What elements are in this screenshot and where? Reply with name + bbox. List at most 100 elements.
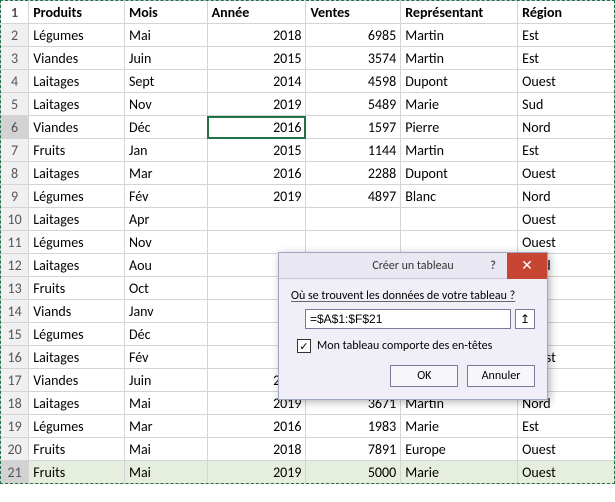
cell[interactable]: Est [518,47,615,70]
row-header[interactable]: 10 [1,208,29,231]
cell[interactable]: Légumes [29,24,125,47]
range-selector-button[interactable]: ↥ [515,309,535,329]
row-header[interactable]: 8 [1,162,29,185]
cell[interactable]: 2015 [207,47,306,70]
cell[interactable] [207,208,306,231]
cell[interactable]: 4598 [306,70,401,93]
cell[interactable]: Laitages [29,254,125,277]
row-header[interactable]: 7 [1,139,29,162]
row-header[interactable]: 21 [1,461,29,484]
row-header[interactable]: 19 [1,415,29,438]
cell[interactable]: 2019 [207,93,306,116]
cell[interactable]: 2015 [207,139,306,162]
cell[interactable]: Laitages [29,392,125,415]
cell[interactable]: Laitages [29,208,125,231]
cell[interactable]: Mar [124,415,207,438]
cell[interactable]: Légumes [29,415,125,438]
cell[interactable]: Nov [124,231,207,254]
cell[interactable]: Viands [29,300,125,323]
cell[interactable]: Fruits [29,461,125,484]
cell[interactable]: 1983 [306,415,401,438]
cell[interactable]: Ouest [518,208,615,231]
cell[interactable]: Fév [124,185,207,208]
cell[interactable]: Janv [124,300,207,323]
cell[interactable]: Déc [124,323,207,346]
cell[interactable] [306,208,401,231]
row-header[interactable]: 20 [1,438,29,461]
cell[interactable]: Est [518,415,615,438]
cell[interactable]: Europe [401,438,518,461]
row-header[interactable]: 4 [1,70,29,93]
cell[interactable]: Mai [124,24,207,47]
cell[interactable]: Dupont [401,70,518,93]
cell[interactable]: 2016 [207,162,306,185]
spreadsheet-grid[interactable]: 1ProduitsMoisAnnéeVentesReprésentantRégi… [0,0,615,484]
headers-checkbox[interactable]: ✓ [297,339,311,353]
cell[interactable]: 2019 [207,461,306,484]
cell[interactable]: 4897 [306,185,401,208]
row-header[interactable]: 16 [1,346,29,369]
cell[interactable]: Nov [124,93,207,116]
cell[interactable]: Ouest [518,162,615,185]
column-header-rep[interactable]: Représentant [401,1,518,24]
column-header-mois[interactable]: Mois [124,1,207,24]
cell[interactable]: Martin [401,139,518,162]
row-header[interactable]: 14 [1,300,29,323]
cell[interactable]: Est [518,139,615,162]
cell[interactable]: Est [518,24,615,47]
ok-button[interactable]: OK [390,365,458,387]
cell[interactable]: 3574 [306,47,401,70]
cell[interactable]: Jan [124,139,207,162]
cell[interactable]: Mai [124,461,207,484]
row-header[interactable]: 11 [1,231,29,254]
cancel-button[interactable]: Annuler [467,365,535,387]
cell[interactable]: Fruits [29,438,125,461]
cell[interactable]: Marie [401,415,518,438]
cell[interactable] [306,231,401,254]
cell[interactable]: Légumes [29,185,125,208]
cell[interactable]: Juin [124,369,207,392]
cell[interactable]: 5489 [306,93,401,116]
row-header[interactable]: 5 [1,93,29,116]
column-header-produits[interactable]: Produits [29,1,125,24]
cell[interactable]: Dupont [401,162,518,185]
close-button[interactable]: ✕ [507,253,547,279]
cell[interactable]: Apr [124,208,207,231]
cell[interactable] [401,231,518,254]
row-header[interactable]: 9 [1,185,29,208]
row-header[interactable]: 6 [1,116,29,139]
cell[interactable]: 7891 [306,438,401,461]
cell[interactable]: 5000 [306,461,401,484]
cell[interactable]: Mar [124,162,207,185]
cell[interactable]: 2016 [207,116,306,139]
cell[interactable]: 2019 [207,185,306,208]
row-header[interactable]: 17 [1,369,29,392]
cell[interactable]: 2288 [306,162,401,185]
cell[interactable]: Fruits [29,139,125,162]
cell[interactable]: Laitages [29,162,125,185]
cell[interactable]: Laitages [29,93,125,116]
cell[interactable]: 2018 [207,24,306,47]
row-header[interactable]: 18 [1,392,29,415]
cell[interactable] [401,208,518,231]
cell[interactable]: Juin [124,47,207,70]
cell[interactable]: Ouest [518,231,615,254]
cell[interactable]: Fruits [29,277,125,300]
cell[interactable]: Ouest [518,461,615,484]
cell[interactable]: 2016 [207,415,306,438]
row-header[interactable]: 1 [1,1,29,24]
row-header[interactable]: 3 [1,47,29,70]
cell[interactable]: Fév [124,346,207,369]
cell[interactable]: 1597 [306,116,401,139]
cell[interactable]: Nord [518,185,615,208]
row-header[interactable]: 2 [1,24,29,47]
column-header-region[interactable]: Région [518,1,615,24]
cell[interactable]: Marie [401,93,518,116]
cell[interactable]: Laitages [29,70,125,93]
cell[interactable]: Viandes [29,116,125,139]
cell[interactable]: Marie [401,461,518,484]
row-header[interactable]: 12 [1,254,29,277]
cell[interactable]: 1144 [306,139,401,162]
cell[interactable]: Sept [124,70,207,93]
cell[interactable]: Ouest [518,438,615,461]
